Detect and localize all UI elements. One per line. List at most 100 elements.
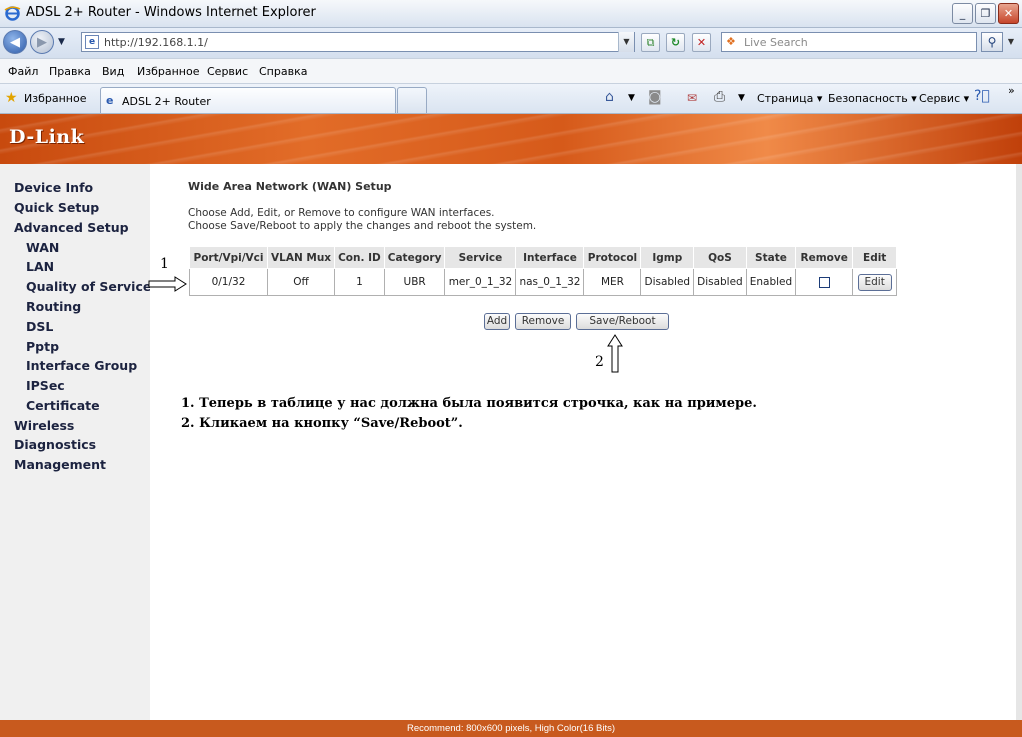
cell-igmp: Disabled (640, 268, 695, 296)
scrollbar-area (1016, 164, 1022, 720)
search-placeholder: Live Search (744, 36, 808, 49)
save-reboot-button[interactable]: Save/Reboot (576, 313, 669, 330)
sidebar-item-device-info[interactable]: Device Info (14, 180, 93, 195)
instruction-line-1: 1. Теперь в таблице у нас должна была по… (181, 396, 757, 411)
menu-help[interactable]: Справка (259, 65, 307, 78)
tools-menu[interactable]: Сервис ▾ (919, 92, 969, 105)
favorites-bar: ★ Избранное e ADSL 2+ Router ⌂ ▼ ◙ ✉ ⎙ ▼… (0, 84, 1022, 114)
col-con-id: Con. ID (334, 246, 385, 269)
help-icon[interactable]: ?⃝ (974, 88, 990, 104)
col-interface: Interface (515, 246, 585, 269)
menu-edit[interactable]: Правка (49, 65, 91, 78)
sidebar-item-ipsec[interactable]: IPSec (26, 378, 65, 393)
sidebar-item-wireless[interactable]: Wireless (14, 418, 74, 433)
table-header-row: Port/Vpi/Vci VLAN Mux Con. ID Category S… (189, 246, 898, 269)
address-url: http://192.168.1.1/ (104, 36, 208, 49)
sidebar-item-diagnostics[interactable]: Diagnostics (14, 437, 96, 452)
cell-remove (795, 268, 854, 296)
sidebar-item-management[interactable]: Management (14, 457, 106, 472)
cell-service: mer_0_1_32 (444, 268, 517, 296)
menu-tools[interactable]: Сервис (207, 65, 248, 78)
annotation-marker-1: 1 (160, 256, 169, 272)
print-icon[interactable]: ⎙ (714, 89, 725, 105)
add-button[interactable]: Add (484, 313, 510, 330)
col-port: Port/Vpi/Vci (189, 246, 268, 269)
ie-logo-icon (4, 6, 21, 21)
compatibility-view-icon[interactable]: ⧉ (641, 33, 660, 52)
arrow-left-icon: ◀ (10, 34, 20, 50)
sidebar-item-lan[interactable]: LAN (26, 259, 54, 274)
sidebar-item-pptp[interactable]: Pptp (26, 339, 59, 354)
remove-button[interactable]: Remove (515, 313, 571, 330)
sidebar-item-advanced-setup[interactable]: Advanced Setup (14, 220, 129, 235)
window-title: ADSL 2+ Router - Windows Internet Explor… (26, 5, 316, 20)
remove-checkbox[interactable] (818, 276, 830, 288)
sidebar-item-certificate[interactable]: Certificate (26, 398, 100, 413)
favorites-star-icon[interactable]: ★ (5, 90, 18, 106)
history-dropdown-icon[interactable]: ▼ (58, 37, 65, 47)
tab-page-icon: e (106, 94, 114, 107)
col-category: Category (383, 246, 446, 269)
footer-recommendation: Recommend: 800x600 pixels, High Color(16… (0, 720, 1022, 737)
dlink-logo: D-Link (9, 126, 85, 148)
close-window-button[interactable]: ✕ (998, 3, 1019, 24)
address-toolbar: ◀ ▶ ▼ e http://192.168.1.1/ ▼ ⧉ ↻ ✕ ❖ Li… (0, 28, 1022, 58)
new-tab-button[interactable] (397, 87, 427, 113)
back-button[interactable]: ◀ (3, 30, 27, 54)
search-button[interactable]: ⚲ (981, 32, 1003, 52)
refresh-icon[interactable]: ↻ (666, 33, 685, 52)
col-edit: Edit (852, 246, 898, 269)
cell-category: UBR (383, 268, 446, 296)
banner-decoration (0, 114, 1022, 164)
sidebar-item-wan[interactable]: WAN (26, 240, 59, 255)
cell-interface: nas_0_1_32 (515, 268, 585, 296)
sidebar-item-qos[interactable]: Quality of Service (26, 279, 151, 294)
maximize-button[interactable]: ❐ (975, 3, 996, 24)
col-vlan-mux: VLAN Mux (266, 246, 336, 269)
menu-file[interactable]: Файл (8, 65, 38, 78)
address-dropdown-icon[interactable]: ▼ (618, 32, 634, 52)
cell-protocol: MER (583, 268, 642, 296)
home-dropdown-icon[interactable]: ▼ (628, 93, 635, 103)
tab-adsl-router[interactable]: e ADSL 2+ Router (100, 87, 396, 113)
search-input[interactable]: ❖ Live Search (721, 32, 977, 52)
cell-port: 0/1/32 (189, 268, 268, 296)
tab-label: ADSL 2+ Router (122, 95, 211, 108)
favorites-button[interactable]: Избранное (24, 92, 86, 105)
table-row: 0/1/32 Off 1 UBR mer_0_1_32 nas_0_1_32 M… (189, 268, 898, 296)
sidebar-item-interface-group[interactable]: Interface Group (26, 358, 137, 373)
col-service: Service (444, 246, 517, 269)
sidebar-item-routing[interactable]: Routing (26, 299, 81, 314)
overflow-chevron-icon[interactable]: » (1008, 84, 1015, 97)
live-search-icon: ❖ (726, 35, 736, 48)
col-state: State (745, 246, 797, 269)
edit-button[interactable]: Edit (857, 273, 892, 291)
sidebar-item-quick-setup[interactable]: Quick Setup (14, 200, 99, 215)
cell-vlan-mux: Off (266, 268, 336, 296)
stop-icon[interactable]: ✕ (692, 33, 711, 52)
feeds-icon[interactable]: ◙ (648, 89, 662, 105)
safety-menu[interactable]: Безопасность ▾ (828, 92, 917, 105)
menu-favorites[interactable]: Избранное (137, 65, 199, 78)
arrow-up-icon (607, 334, 623, 373)
mail-icon[interactable]: ✉ (687, 91, 697, 105)
forward-button[interactable]: ▶ (30, 30, 54, 54)
cell-con-id: 1 (334, 268, 385, 296)
cell-edit: Edit (852, 268, 898, 296)
page-icon: e (85, 35, 99, 49)
print-dropdown-icon[interactable]: ▼ (738, 93, 745, 103)
menu-view[interactable]: Вид (102, 65, 124, 78)
page-menu[interactable]: Страница ▾ (757, 92, 822, 105)
page-title: Wide Area Network (WAN) Setup (188, 180, 392, 193)
annotation-marker-2: 2 (595, 354, 604, 370)
minimize-button[interactable]: _ (952, 3, 973, 24)
sidebar-item-dsl[interactable]: DSL (26, 319, 53, 334)
address-input[interactable]: e http://192.168.1.1/ ▼ (81, 32, 635, 52)
search-options-dropdown-icon[interactable]: ▼ (1004, 32, 1018, 52)
magnifier-icon: ⚲ (987, 35, 997, 49)
home-icon[interactable]: ⌂ (605, 89, 614, 105)
cell-qos: Disabled (693, 268, 747, 296)
description-line-2: Choose Save/Reboot to apply the changes … (188, 220, 537, 232)
col-remove: Remove (795, 246, 854, 269)
col-protocol: Protocol (583, 246, 642, 269)
